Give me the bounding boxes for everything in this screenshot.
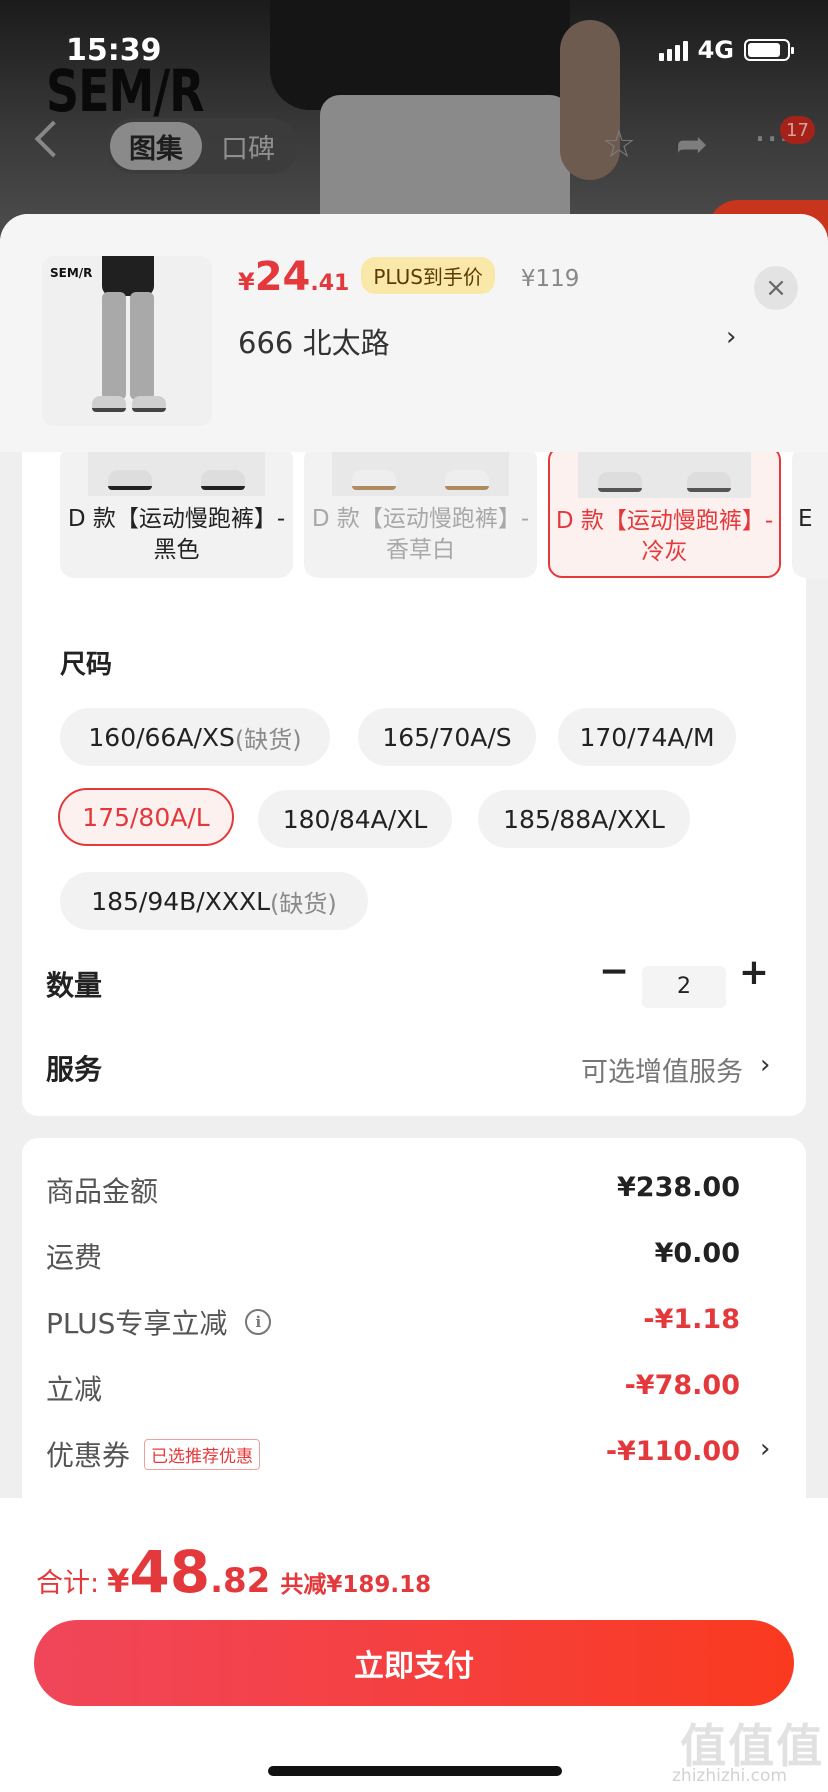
thumbnail-shoe [132, 396, 166, 412]
price-integer: 24 [254, 254, 311, 300]
tab-gallery[interactable]: 图集 [110, 122, 202, 170]
star-icon[interactable]: ☆ [602, 125, 636, 163]
chevron-right-icon[interactable]: › [760, 1050, 770, 1080]
gallery-tabs: 图集 口碑 [106, 118, 298, 174]
product-header: SEM/R ¥ 24 .41 PLUS到手价 ¥119 666 北太路 › × [0, 214, 828, 452]
thumbnail-shoe [92, 396, 126, 412]
original-price: ¥119 [520, 266, 580, 292]
total-integer: 48 [129, 1538, 211, 1606]
shipping-label: 运费 [46, 1241, 103, 1274]
close-icon[interactable]: × [754, 266, 798, 310]
size-option-xxxl[interactable]: 185/94B/XXXL (缺货) [60, 872, 368, 930]
quantity-minus-button[interactable]: − [596, 954, 632, 992]
home-indicator[interactable] [268, 1766, 562, 1776]
color-option-label: E [798, 506, 813, 532]
product-thumbnail: SEM/R [42, 256, 212, 426]
size-label: 185/94B/XXXL [91, 886, 271, 916]
size-option-xs[interactable]: 160/66A/XS (缺货) [60, 708, 330, 766]
thumbnail-shirt [102, 256, 154, 296]
shipping-value: ¥0.00 [654, 1238, 740, 1269]
size-label: 160/66A/XS [88, 722, 235, 752]
size-label: 175/80A/L [82, 802, 210, 832]
coupon-recommended-tag: 已选推荐优惠 [144, 1438, 261, 1470]
total-saved: 共减¥189.18 [280, 1572, 432, 1598]
total-decimal: .82 [210, 1561, 271, 1601]
total-symbol: ¥ [107, 1562, 130, 1600]
message-badge: 17 [780, 116, 815, 144]
goods-amount-value: ¥238.00 [617, 1172, 740, 1203]
size-stock-note: (缺货) [234, 725, 302, 754]
size-option-xl[interactable]: 180/84A/XL [258, 790, 452, 848]
thumbnail-brand: SEM/R [50, 266, 93, 280]
color-thumb [88, 446, 265, 496]
color-thumb [332, 446, 509, 496]
color-option-vanilla-white[interactable]: D 款【运动慢跑裤】-香草白 [304, 446, 537, 578]
share-icon[interactable]: ➦ [676, 125, 708, 163]
chevron-right-icon[interactable]: › [760, 1434, 770, 1464]
instant-discount-value: -¥78.00 [624, 1370, 740, 1401]
size-option-l[interactable]: 175/80A/L [58, 788, 234, 846]
info-icon[interactable]: i [245, 1309, 272, 1335]
size-label: 180/84A/XL [282, 804, 428, 834]
service-label: 服务 [46, 1053, 103, 1086]
color-option-black[interactable]: D 款【运动慢跑裤】-黑色 [60, 446, 293, 578]
goods-amount-label: 商品金额 [46, 1175, 159, 1208]
instant-discount-label: 立减 [46, 1373, 103, 1406]
chevron-right-icon[interactable]: › [726, 322, 736, 352]
coupon-value[interactable]: -¥110.00 [606, 1436, 740, 1467]
status-indicators: 4G [658, 36, 794, 64]
tab-reviews[interactable]: 口碑 [202, 122, 294, 170]
thumbnail-leg [102, 292, 126, 400]
size-label: 185/88A/XXL [503, 804, 665, 834]
coupon-label: 优惠券 已选推荐优惠 [46, 1434, 261, 1474]
checkout-bar: 合计: ¥ 48 .82 共减¥189.18 立即支付 值值值 zhizhizh… [0, 1498, 828, 1792]
size-label: 165/70A/S [382, 722, 512, 752]
size-option-s[interactable]: 165/70A/S [358, 708, 536, 766]
color-option-label: D 款【运动慢跑裤】-黑色 [67, 506, 286, 563]
color-option-next[interactable]: E [792, 446, 828, 578]
network-label: 4G [697, 36, 734, 64]
price-row: ¥ 24 .41 PLUS到手价 ¥119 [238, 254, 579, 300]
battery-icon [744, 39, 794, 61]
total-label: 合计: [36, 1568, 100, 1599]
quantity-label: 数量 [46, 969, 103, 1002]
price-symbol: ¥ [238, 268, 255, 296]
selected-address[interactable]: 666 北太路 [238, 320, 390, 362]
watermark-url: zhizhizhi.com [672, 1766, 787, 1786]
size-title: 尺码 [60, 650, 113, 680]
status-time: 15:39 [66, 33, 162, 68]
quantity-input[interactable]: 2 [642, 966, 726, 1008]
plus-price-tag: PLUS到手价 [361, 257, 495, 294]
gallery-shirt-shape [270, 0, 570, 110]
size-option-xxl[interactable]: 185/88A/XXL [478, 790, 690, 848]
battery-fill [748, 43, 780, 57]
plus-discount-value: -¥1.18 [643, 1304, 740, 1335]
plus-discount-label: PLUS专享立减 i [46, 1302, 272, 1342]
total-row: 合计: ¥ 48 .82 共减¥189.18 [36, 1538, 431, 1606]
color-option-cool-grey[interactable]: D 款【运动慢跑裤】-冷灰 [548, 446, 781, 578]
size-label: 170/74A/M [579, 722, 715, 752]
color-option-label: D 款【运动慢跑裤】-冷灰 [555, 508, 774, 565]
size-option-m[interactable]: 170/74A/M [558, 708, 736, 766]
quantity-plus-button[interactable]: + [736, 955, 772, 992]
signal-icon [658, 39, 688, 61]
color-thumb [578, 448, 751, 498]
color-option-label: D 款【运动慢跑裤】-香草白 [311, 506, 530, 563]
price-decimal: .41 [310, 271, 350, 296]
thumbnail-leg [130, 292, 154, 400]
pay-now-button[interactable]: 立即支付 [34, 1620, 794, 1706]
service-value[interactable]: 可选增值服务 [581, 1050, 743, 1089]
size-stock-note: (缺货) [270, 889, 337, 918]
